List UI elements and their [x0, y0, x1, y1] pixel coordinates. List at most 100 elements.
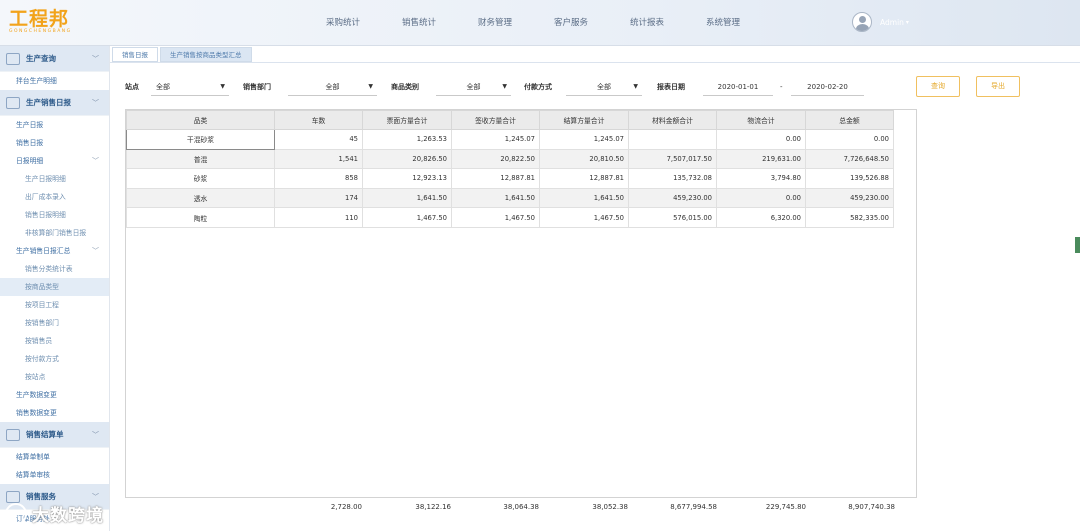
cell-total-amount[interactable]: 7,726,648.50: [805, 148, 894, 170]
cell-total-amount[interactable]: 459,230.00: [805, 187, 894, 209]
cell-ticket-volume[interactable]: 1,467.50: [362, 207, 452, 228]
sidebar-group-production-query[interactable]: 生产查询 ﹀: [0, 46, 109, 72]
sidebar-item-production-change[interactable]: 生产数据变更: [0, 386, 109, 404]
cell-category[interactable]: 陶粒: [126, 207, 275, 228]
col-header-trucks[interactable]: 车数: [274, 110, 363, 130]
cell-material-amount[interactable]: 135,732.08: [628, 168, 717, 189]
dropdown-arrow-icon: ▼: [502, 83, 507, 90]
cell-material-amount[interactable]: 7,507,017.50: [628, 148, 717, 170]
tab-sales-daily[interactable]: 销售日报: [112, 47, 158, 62]
cell-ticket-volume[interactable]: 20,826.50: [362, 148, 452, 170]
sidebar-item-sales-change[interactable]: 销售数据变更: [0, 404, 109, 422]
col-header-total-amount[interactable]: 总金额: [805, 110, 894, 130]
sidebar-item-settlement-review[interactable]: 结算单审核: [0, 466, 109, 484]
table-row[interactable]: 普混 1,541 20,826.50 20,822.50 20,810.50 7…: [126, 148, 894, 170]
cell-trucks[interactable]: 858: [274, 168, 363, 189]
nav-purchase-stats[interactable]: 采购统计: [305, 0, 381, 46]
sidebar-item-by-salesperson[interactable]: 按销售员: [0, 332, 109, 350]
cell-settled-volume[interactable]: 20,810.50: [539, 148, 629, 170]
nav-customer-service[interactable]: 客户服务: [533, 0, 609, 46]
sidebar-item-sales-daily-detail[interactable]: 销售日报明细: [0, 206, 109, 224]
sidebar-item-production-daily-detail[interactable]: 生产日报明细: [0, 170, 109, 188]
table-row[interactable]: 陶粒 110 1,467.50 1,467.50 1,467.50 576,01…: [126, 207, 894, 228]
cell-signed-volume[interactable]: 1,467.50: [451, 207, 540, 228]
table-row[interactable]: 透水 174 1,641.50 1,641.50 1,641.50 459,23…: [126, 187, 894, 209]
cell-logistics[interactable]: 6,320.00: [716, 207, 806, 228]
sidebar-item-by-department[interactable]: 按销售部门: [0, 314, 109, 332]
table-row[interactable]: 砂浆 858 12,923.13 12,887.81 12,887.81 135…: [126, 168, 894, 189]
cell-signed-volume[interactable]: 12,887.81: [451, 168, 540, 189]
col-header-ticket-volume[interactable]: 票面方量合计: [362, 110, 452, 130]
export-button[interactable]: 导出: [976, 76, 1020, 97]
chevron-down-icon: ▾: [905, 18, 909, 26]
col-header-material-amount[interactable]: 材料金额合计: [628, 110, 717, 130]
cell-total-amount[interactable]: 0.00: [805, 129, 894, 150]
col-header-signed-volume[interactable]: 签收方量合计: [451, 110, 540, 130]
cell-logistics[interactable]: 0.00: [716, 187, 806, 209]
cell-settled-volume[interactable]: 1,245.07: [539, 129, 629, 150]
nav-finance[interactable]: 财务管理: [457, 0, 533, 46]
cell-category[interactable]: 透水: [126, 187, 275, 209]
date-to-input[interactable]: 2020-02-20: [791, 78, 864, 96]
cell-trucks[interactable]: 45: [274, 129, 363, 150]
sidebar-group-daily-report[interactable]: 生产销售日报 ﹀: [0, 90, 109, 116]
cell-ticket-volume[interactable]: 1,641.50: [362, 187, 452, 209]
tab-product-type-summary[interactable]: 生产销售按商品类型汇总: [160, 47, 252, 62]
query-button[interactable]: 查询: [916, 76, 960, 97]
cell-logistics[interactable]: 219,631.00: [716, 148, 806, 170]
sidebar-group-settlement[interactable]: 销售结算单 ﹀: [0, 422, 109, 448]
category-select[interactable]: 全部 ▼: [436, 78, 511, 96]
sidebar-item-daily-summary[interactable]: 生产销售日报汇总 ﹀: [0, 242, 109, 260]
sidebar-item-sales-daily[interactable]: 销售日报: [0, 134, 109, 152]
nav-reports[interactable]: 统计报表: [609, 0, 685, 46]
cell-material-amount[interactable]: 459,230.00: [628, 187, 717, 209]
cell-category[interactable]: 普混: [126, 148, 275, 170]
cell-trucks[interactable]: 1,541: [274, 148, 363, 170]
table-row[interactable]: 干混砂浆 45 1,263.53 1,245.07 1,245.07 0.00 …: [126, 129, 894, 150]
cell-total-amount[interactable]: 139,526.88: [805, 168, 894, 189]
cell-signed-volume[interactable]: 1,245.07: [451, 129, 540, 150]
cell-logistics[interactable]: 0.00: [716, 129, 806, 150]
cell-trucks[interactable]: 110: [274, 207, 363, 228]
cell-category[interactable]: 干混砂浆: [126, 129, 275, 150]
station-select[interactable]: 全部 ▼: [151, 78, 229, 96]
user-menu[interactable]: Admin ▾: [852, 12, 909, 32]
col-header-logistics[interactable]: 物流合计: [716, 110, 806, 130]
cell-logistics[interactable]: 3,794.80: [716, 168, 806, 189]
cell-trucks[interactable]: 174: [274, 187, 363, 209]
sidebar-item-daily-detail[interactable]: 日报明细 ﹀: [0, 152, 109, 170]
cell-ticket-volume[interactable]: 1,263.53: [362, 129, 452, 150]
cell-material-amount[interactable]: [628, 129, 717, 150]
cell-signed-volume[interactable]: 1,641.50: [451, 187, 540, 209]
cell-settled-volume[interactable]: 1,467.50: [539, 207, 629, 228]
col-header-category[interactable]: 品类: [126, 110, 275, 130]
cell-total-amount[interactable]: 582,335.00: [805, 207, 894, 228]
app-logo[interactable]: 工程邦 GONGCHENGBANG: [9, 9, 72, 35]
cell-settled-volume[interactable]: 1,641.50: [539, 187, 629, 209]
watermark-logo-icon: [5, 503, 27, 525]
sidebar-item-settlement-create[interactable]: 结算单制单: [0, 448, 109, 466]
dept-select[interactable]: 全部 ▼: [288, 78, 377, 96]
cell-signed-volume[interactable]: 20,822.50: [451, 148, 540, 170]
cell-settled-volume[interactable]: 12,887.81: [539, 168, 629, 189]
payment-select[interactable]: 全部 ▼: [566, 78, 642, 96]
filter-label: 商品类别: [391, 83, 419, 91]
sidebar-item-cost-entry[interactable]: 出厂成本录入: [0, 188, 109, 206]
cell-category[interactable]: 砂浆: [126, 168, 275, 189]
sidebar-item-production-daily[interactable]: 生产日报: [0, 116, 109, 134]
sidebar-item-category-stats[interactable]: 销售分类统计表: [0, 260, 109, 278]
nav-system[interactable]: 系统管理: [685, 0, 761, 46]
sidebar-item-mixer-detail[interactable]: 拌台生产明细: [0, 72, 109, 90]
cell-ticket-volume[interactable]: 12,923.13: [362, 168, 452, 189]
sidebar-item-by-station[interactable]: 按站点: [0, 368, 109, 386]
sidebar-item-by-project[interactable]: 按项目工程: [0, 296, 109, 314]
col-header-settled-volume[interactable]: 结算方量合计: [539, 110, 629, 130]
sidebar-item-by-payment[interactable]: 按付款方式: [0, 350, 109, 368]
sidebar-item-by-product-type[interactable]: 按商品类型: [0, 278, 109, 296]
scrollbar-handle[interactable]: [1075, 237, 1080, 253]
sidebar-item-non-accounting-daily[interactable]: 非核算部门销售日报: [0, 224, 109, 242]
date-from-input[interactable]: 2020-01-01: [703, 78, 773, 96]
summary-table: 品类 车数 票面方量合计 签收方量合计 结算方量合计 材料金额合计 物流合计 总…: [126, 110, 894, 228]
nav-sales-stats[interactable]: 销售统计: [381, 0, 457, 46]
cell-material-amount[interactable]: 576,015.00: [628, 207, 717, 228]
